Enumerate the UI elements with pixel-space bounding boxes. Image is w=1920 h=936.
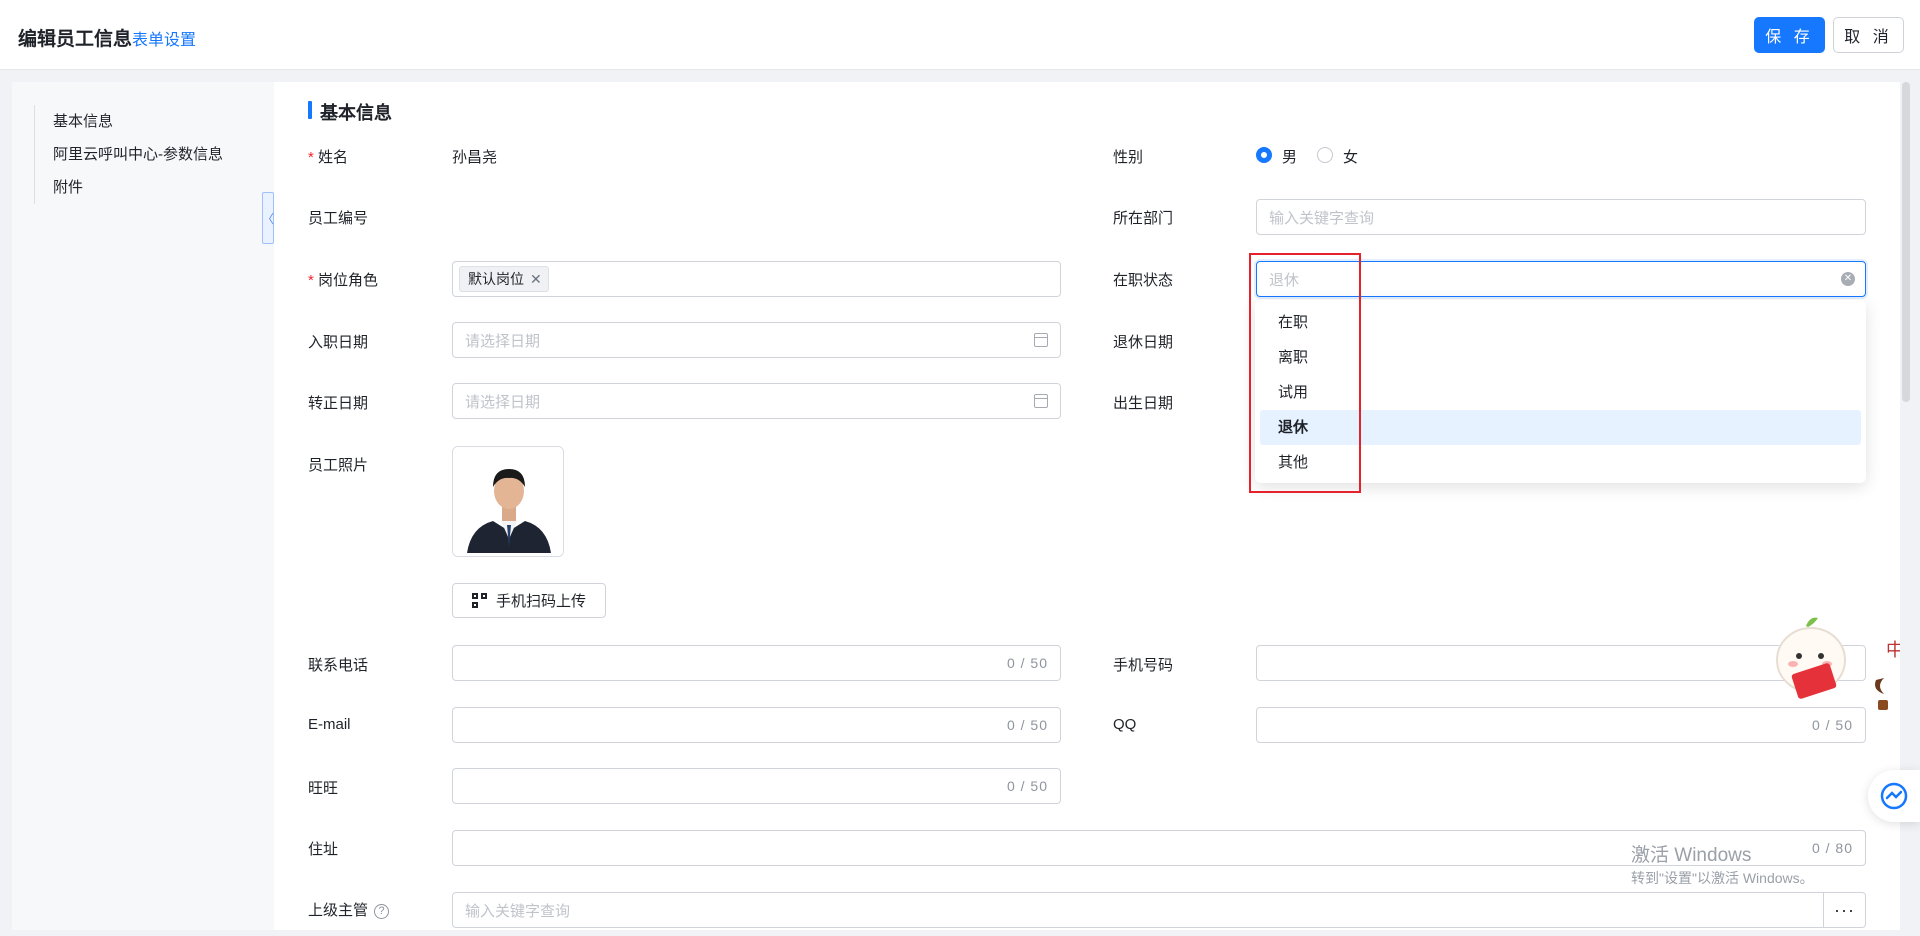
close-icon[interactable]: ✕ (530, 271, 542, 288)
address-counter: 0 / 80 (1811, 840, 1853, 856)
highlight-box (1249, 253, 1361, 493)
email-counter: 0 / 50 (1006, 717, 1048, 733)
page-title: 编辑员工信息 (18, 29, 133, 50)
sidebar-nav: 基本信息 阿里云呼叫中心-参数信息 附件 (34, 105, 223, 204)
mascot-widget[interactable]: 中 (1766, 612, 1904, 716)
role-tag-label: 默认岗位 (468, 271, 524, 287)
more-options-button[interactable]: ··· (1823, 892, 1865, 928)
gender-female-label[interactable]: 女 (1343, 146, 1358, 167)
clear-icon[interactable]: ✕ (1841, 272, 1855, 286)
chevron-left-icon: 〈 (262, 211, 275, 226)
save-button[interactable]: 保 存 (1754, 17, 1825, 53)
mascot-icon: 中 (1776, 617, 1904, 710)
scan-upload-button[interactable]: 手机扫码上传 (452, 583, 606, 618)
gender-label: 性别 (1113, 149, 1144, 166)
sidebar-collapse-toggle[interactable]: 〈 (262, 192, 274, 244)
name-value: 孙昌尧 (452, 149, 498, 166)
sidebar-item-basic-info[interactable]: 基本信息 (53, 105, 223, 138)
department-label: 所在部门 (1113, 210, 1174, 227)
phone-input[interactable]: 0 / 50 (452, 645, 1061, 681)
photo-label: 员工照片 (308, 457, 369, 474)
regular-date-label: 转正日期 (308, 395, 369, 412)
hire-date-placeholder: 请选择日期 (465, 332, 541, 350)
assistant-float-button[interactable] (1868, 770, 1920, 822)
gender-male-radio[interactable] (1256, 147, 1272, 163)
sidebar (12, 82, 274, 930)
supervisor-placeholder: 输入关键字查询 (465, 902, 571, 920)
supervisor-label-text: 上级主管 (308, 902, 369, 919)
qq-label: QQ (1113, 716, 1137, 733)
wangwang-label: 旺旺 (308, 780, 339, 797)
qr-code-icon (471, 593, 487, 608)
supervisor-input[interactable]: 输入关键字查询 ··· (452, 892, 1866, 928)
regular-date-picker[interactable]: 请选择日期 (452, 383, 1061, 419)
employee-photo[interactable] (452, 446, 564, 557)
mobile-label: 手机号码 (1113, 657, 1174, 674)
assistant-icon (1880, 782, 1908, 810)
email-label: E-mail (308, 716, 351, 733)
phone-counter: 0 / 50 (1006, 655, 1048, 671)
regular-date-placeholder: 请选择日期 (465, 393, 541, 411)
section-title: 基本信息 (308, 99, 392, 125)
qq-counter: 0 / 50 (1811, 717, 1853, 733)
department-input[interactable]: 输入关键字查询 (1256, 199, 1866, 235)
gender-male-label[interactable]: 男 (1282, 146, 1297, 167)
cancel-button[interactable]: 取 消 (1833, 17, 1904, 53)
role-select[interactable]: 默认岗位 ✕ (452, 261, 1061, 297)
role-label: 岗位角色 (308, 269, 378, 290)
hire-date-picker[interactable]: 请选择日期 (452, 322, 1061, 358)
birth-date-label: 出生日期 (1113, 395, 1174, 412)
top-bar: 编辑员工信息 表单设置 保 存 取 消 (0, 0, 1920, 70)
hire-date-label: 入职日期 (308, 334, 369, 351)
address-label: 住址 (308, 841, 339, 858)
retire-date-label: 退休日期 (1113, 334, 1174, 351)
status-label: 在职状态 (1113, 272, 1174, 289)
name-label: 姓名 (308, 146, 348, 167)
employee-no-label: 员工编号 (308, 210, 369, 227)
mascot-char: 中 (1886, 640, 1900, 661)
gender-female-radio[interactable] (1317, 147, 1333, 163)
sidebar-item-call-center-params[interactable]: 阿里云呼叫中心-参数信息 (53, 138, 223, 171)
calendar-icon (1034, 333, 1048, 347)
supervisor-label: 上级主管? (308, 899, 390, 920)
wangwang-counter: 0 / 50 (1006, 778, 1048, 794)
sidebar-item-attachments[interactable]: 附件 (53, 171, 223, 204)
role-tag: 默认岗位 ✕ (459, 266, 549, 292)
email-input[interactable]: 0 / 50 (452, 707, 1061, 743)
windows-watermark-subtitle: 转到"设置"以激活 Windows。 (1631, 870, 1814, 886)
scrollbar[interactable] (1902, 82, 1910, 402)
help-icon[interactable]: ? (374, 904, 390, 919)
phone-label: 联系电话 (308, 657, 369, 674)
calendar-icon (1034, 394, 1048, 408)
department-placeholder: 输入关键字查询 (1269, 209, 1375, 227)
scan-upload-label: 手机扫码上传 (495, 593, 586, 610)
windows-watermark-title: 激活 Windows (1631, 845, 1752, 866)
wangwang-input[interactable]: 0 / 50 (452, 768, 1061, 804)
person-portrait-icon (453, 447, 563, 556)
form-settings-link[interactable]: 表单设置 (132, 26, 196, 50)
